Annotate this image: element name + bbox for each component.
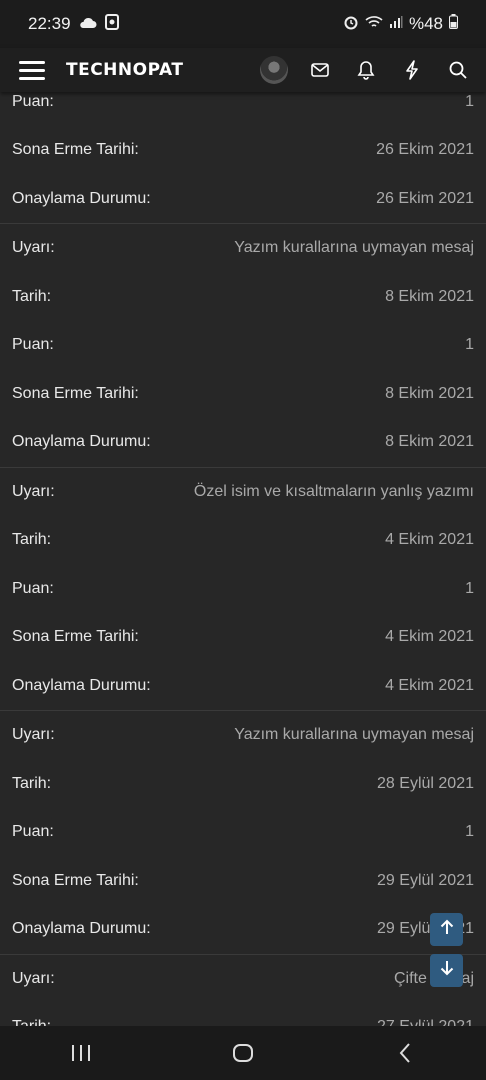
list-item: Uyarı: Yazım kurallarına uymayan mesaj [0,711,486,760]
tarih-value: 4 Ekim 2021 [385,531,474,549]
warning-group: Uyarı: Yazım kurallarına uymayan mesaj Ta… [0,224,486,468]
puan-value: 1 [465,579,474,597]
scroll-to-top-button[interactable] [430,913,463,946]
uyari-label: Uyarı: [12,726,55,744]
puan-label: Puan: [12,93,54,110]
list-item: Uyarı: Özel isim ve kısaltmaların yanlış … [0,468,486,517]
home-button[interactable] [213,1033,273,1073]
puan-label: Puan: [12,823,54,841]
list-item: Uyarı:Çifte mesaj [0,955,486,1004]
back-button[interactable] [375,1033,435,1073]
tarih-value: 28 Eylül 2021 [377,774,474,792]
list-item: Sona Erme Tarihi: 4 Ekim 2021 [0,613,486,662]
puan-label: Puan: [12,336,54,354]
lightning-icon[interactable] [398,56,426,84]
uyari-value: Yazım kurallarına uymayan mesaj [234,239,474,257]
avatar[interactable] [260,56,288,84]
status-bar: 22:39 %48 [0,0,486,48]
arrow-up-icon [440,919,454,940]
tarih-label: Tarih: [12,774,52,792]
onaylama-label: Onaylama Durumu: [12,676,151,694]
onaylama-label: Onaylama Durumu: [12,433,151,451]
sona-erme-value: 8 Ekim 2021 [385,384,474,402]
list-item: Uyarı: Yazım kurallarına uymayan mesaj [0,224,486,273]
onaylama-label: Onaylama Durumu: [12,189,151,207]
list-item: Onaylama Durumu: 8 Ekim 2021 [0,418,486,467]
sona-erme-value: 29 Eylül 2021 [377,871,474,889]
tarih-label: Tarih: [12,531,52,549]
sona-erme-label: Sona Erme Tarihi: [12,628,139,646]
list-item: Puan: 1 [0,565,486,614]
onaylama-value: 8 Ekim 2021 [385,433,474,451]
app-notification-icon [104,13,119,35]
alarm-icon [343,14,359,35]
list-item: Onaylama Durumu: 29 Eylül 2021 [0,905,486,954]
puan-value: 1 [465,823,474,841]
list-item: Sona Erme Tarihi: 26 Ekim 2021 [0,126,486,175]
list-item: Tarih: 8 Ekim 2021 [0,273,486,322]
sona-erme-label: Sona Erme Tarihi: [12,141,139,159]
sona-erme-label: Sona Erme Tarihi: [12,871,139,889]
list-item: Onaylama Durumu: 26 Ekim 2021 [0,175,486,224]
list-item: Sona Erme Tarihi: 8 Ekim 2021 [0,370,486,419]
search-icon[interactable] [444,56,472,84]
uyari-label: Uyarı: [12,482,55,500]
list-item: Tarih: 28 Eylül 2021 [0,760,486,809]
uyari-value: Yazım kurallarına uymayan mesaj [234,726,474,744]
scroll-to-bottom-button[interactable] [430,954,463,987]
uyari-value: Özel isim ve kısaltmaların yanlış yazımı [193,482,474,500]
app-header: TECHNOPAT [0,48,486,92]
tarih-value: 8 Ekim 2021 [385,287,474,305]
signal-icon [389,14,403,34]
onaylama-label: Onaylama Durumu: [12,920,151,938]
uyari-label: Uyarı: [12,239,55,257]
recent-apps-button[interactable] [51,1033,111,1073]
system-nav-bar [0,1026,486,1080]
battery-percent: %48 [408,14,443,33]
menu-icon[interactable] [18,56,46,84]
warning-group: Uyarı: Özel isim ve kısaltmaların yanlış … [0,468,486,711]
mail-icon[interactable] [306,56,334,84]
uyari-label: Uyarı: [12,969,55,987]
list-item: Puan: 1 [0,321,486,370]
bell-icon[interactable] [352,56,380,84]
list-item: Onaylama Durumu: 4 Ekim 2021 [0,662,486,711]
onaylama-value: 4 Ekim 2021 [385,676,474,694]
warning-group: Uyarı: Yazım kurallarına uymayan mesaj Ta… [0,711,486,955]
sona-erme-label: Sona Erme Tarihi: [12,384,139,402]
cloud-icon [79,14,97,34]
onaylama-value: 26 Ekim 2021 [376,189,474,207]
list-item: Tarih: 4 Ekim 2021 [0,516,486,565]
list-item: Sona Erme Tarihi: 29 Eylül 2021 [0,857,486,906]
wifi-icon [365,14,383,34]
arrow-down-icon [440,960,454,981]
sona-erme-value: 26 Ekim 2021 [376,141,474,159]
list-item: Puan: 1 [0,808,486,857]
sona-erme-value: 4 Ekim 2021 [385,628,474,646]
puan-value: 1 [465,93,474,110]
warnings-list: Puan: 1 Sona Erme Tarihi: 26 Ekim 2021 O… [0,78,486,1052]
warning-group: Puan: 1 Sona Erme Tarihi: 26 Ekim 2021 O… [0,78,486,224]
tarih-label: Tarih: [12,287,52,305]
status-time: 22:39 [28,14,71,33]
site-logo[interactable]: TECHNOPAT [66,60,183,80]
battery-icon [449,14,458,34]
puan-value: 1 [465,336,474,354]
puan-label: Puan: [12,579,54,597]
